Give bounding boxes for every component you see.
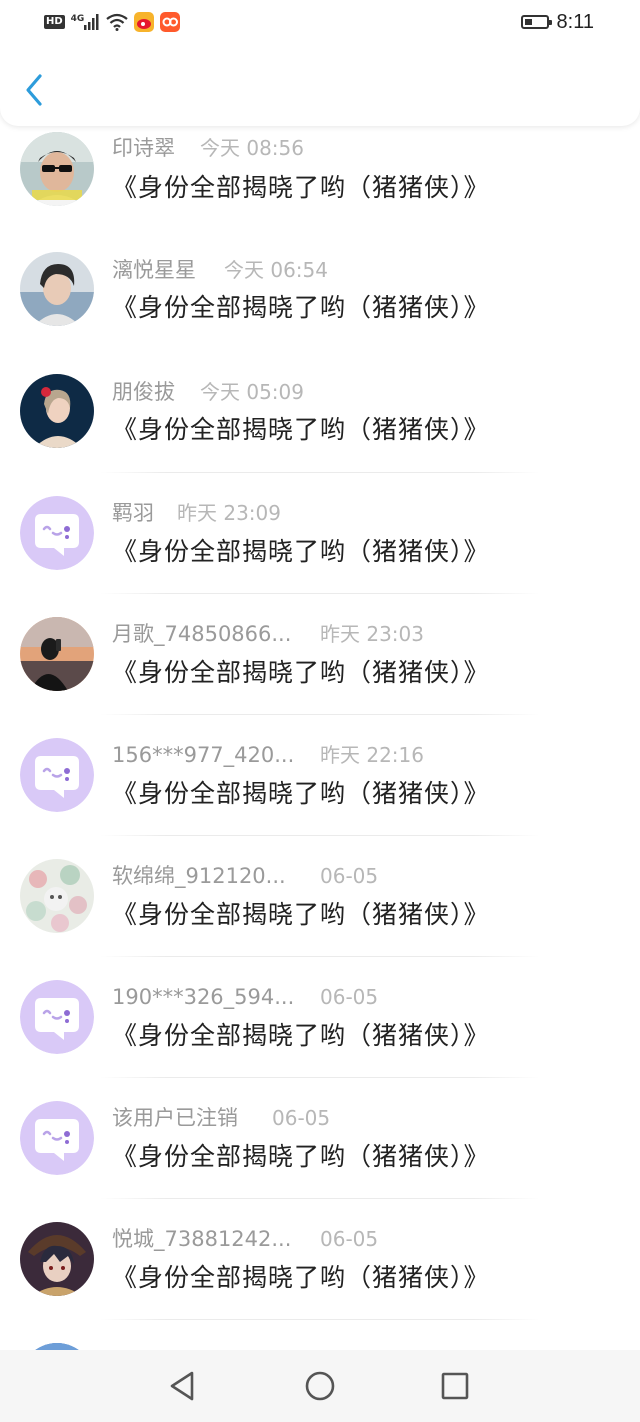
comment-time: 今天 06:54	[224, 258, 328, 282]
avatar[interactable]	[20, 738, 94, 812]
username[interactable]: 156***977_420...	[112, 741, 294, 769]
nav-recents-button[interactable]	[435, 1368, 475, 1404]
avatar[interactable]	[20, 859, 94, 933]
comment-time: 06-05	[320, 985, 379, 1009]
comment-time: 今天 05:09	[200, 380, 304, 404]
list-item[interactable]: 190***326_594... 06-05 《身份全部揭晓了哟（猪猪侠）》	[0, 957, 640, 1078]
username[interactable]: 漓悦星星	[112, 256, 196, 284]
back-button[interactable]	[16, 70, 52, 110]
list-item[interactable]: 该用户已注销 06-05 《身份全部揭晓了哟（猪猪侠）》	[0, 1078, 640, 1199]
screen: 印诗翠 今天 08:56 《身份全部揭晓了哟（猪猪侠）》 漓悦星星 今天 06:…	[0, 0, 640, 1422]
status-bar: HD 4G 8:11	[0, 0, 640, 44]
comment-time: 06-05	[272, 1106, 331, 1130]
network-generation: 4G	[70, 14, 85, 24]
comment-message: 《身份全部揭晓了哟（猪猪侠）》	[112, 293, 490, 322]
comment-time: 今天 08:56	[200, 136, 304, 160]
comment-time: 昨天 22:16	[320, 743, 424, 767]
status-bar-left: HD 4G	[44, 10, 181, 34]
list-item[interactable]: 羁羽 昨天 23:09 《身份全部揭晓了哟（猪猪侠）》	[0, 473, 640, 594]
comment-message: 《身份全部揭晓了哟（猪猪侠）》	[112, 415, 490, 444]
list-item[interactable]: 印诗翠 今天 08:56 《身份全部揭晓了哟（猪猪侠）》	[0, 110, 640, 230]
triangle-back-icon	[170, 1371, 194, 1401]
username[interactable]: 印诗翠	[112, 134, 175, 162]
system-nav-bar	[0, 1350, 640, 1422]
avatar[interactable]	[20, 1222, 94, 1296]
cellular-signal-icon: 4G	[71, 14, 101, 30]
hd-badge: HD	[44, 15, 65, 29]
avatar[interactable]	[20, 1343, 94, 1350]
username[interactable]: 190***326_594...	[112, 983, 294, 1011]
signal-bars-icon	[84, 14, 99, 30]
avatar[interactable]	[20, 980, 94, 1054]
header	[0, 44, 640, 126]
clock: 8:11	[556, 10, 594, 33]
comment-time: 06-05	[320, 1227, 379, 1251]
list-item[interactable]: 软绵绵_912120... 06-05 《身份全部揭晓了哟（猪猪侠）》	[0, 836, 640, 957]
list-item[interactable]: 漓悦星星 今天 06:54 《身份全部揭晓了哟（猪猪侠）》	[0, 230, 640, 351]
avatar[interactable]	[20, 374, 94, 448]
list-item[interactable]: 悦城_73881242... 06-05 《身份全部揭晓了哟（猪猪侠）》	[0, 1199, 640, 1320]
nav-back-button[interactable]	[163, 1368, 203, 1404]
circle-home-icon	[305, 1371, 335, 1401]
comment-time: 昨天 23:03	[320, 622, 424, 646]
square-recents-icon	[441, 1372, 469, 1400]
avatar[interactable]	[20, 617, 94, 691]
comment-message: 《身份全部揭晓了哟（猪猪侠）》	[112, 1142, 490, 1171]
app-notification-icon	[160, 12, 181, 32]
list-item[interactable]: 朋俊拔 今天 05:09 《身份全部揭晓了哟（猪猪侠）》	[0, 352, 640, 473]
list-item[interactable]	[0, 1320, 640, 1350]
comment-message: 《身份全部揭晓了哟（猪猪侠）》	[112, 779, 490, 808]
weibo-notification-icon	[134, 12, 155, 32]
avatar[interactable]	[20, 496, 94, 570]
username[interactable]: 软绵绵_912120...	[112, 862, 286, 890]
comment-message: 《身份全部揭晓了哟（猪猪侠）》	[112, 1263, 490, 1292]
avatar[interactable]	[20, 1101, 94, 1175]
username[interactable]: 羁羽	[112, 499, 154, 527]
username[interactable]: 月歌_74850866...	[112, 620, 291, 648]
comment-message: 《身份全部揭晓了哟（猪猪侠）》	[112, 537, 490, 566]
status-bar-right: 8:11	[520, 10, 594, 34]
comment-time: 昨天 23:09	[177, 501, 281, 525]
comment-message: 《身份全部揭晓了哟（猪猪侠）》	[112, 900, 490, 929]
chevron-left-icon	[26, 74, 42, 106]
username[interactable]: 朋俊拔	[112, 378, 175, 406]
username[interactable]: 该用户已注销	[112, 1104, 238, 1132]
username[interactable]: 悦城_73881242...	[112, 1225, 291, 1253]
avatar[interactable]	[20, 252, 94, 326]
comment-message: 《身份全部揭晓了哟（猪猪侠）》	[112, 1021, 490, 1050]
nav-home-button[interactable]	[300, 1368, 340, 1404]
comment-list[interactable]: 印诗翠 今天 08:56 《身份全部揭晓了哟（猪猪侠）》 漓悦星星 今天 06:…	[0, 0, 640, 1350]
list-item[interactable]: 156***977_420... 昨天 22:16 《身份全部揭晓了哟（猪猪侠）…	[0, 715, 640, 836]
wifi-icon	[106, 13, 129, 31]
list-item[interactable]: 月歌_74850866... 昨天 23:03 《身份全部揭晓了哟（猪猪侠）》	[0, 594, 640, 715]
comment-message: 《身份全部揭晓了哟（猪猪侠）》	[112, 658, 490, 687]
avatar[interactable]	[20, 132, 94, 206]
battery-icon	[520, 15, 552, 29]
battery-level	[524, 19, 532, 25]
comment-message: 《身份全部揭晓了哟（猪猪侠）》	[112, 173, 490, 202]
comment-time: 06-05	[320, 864, 379, 888]
